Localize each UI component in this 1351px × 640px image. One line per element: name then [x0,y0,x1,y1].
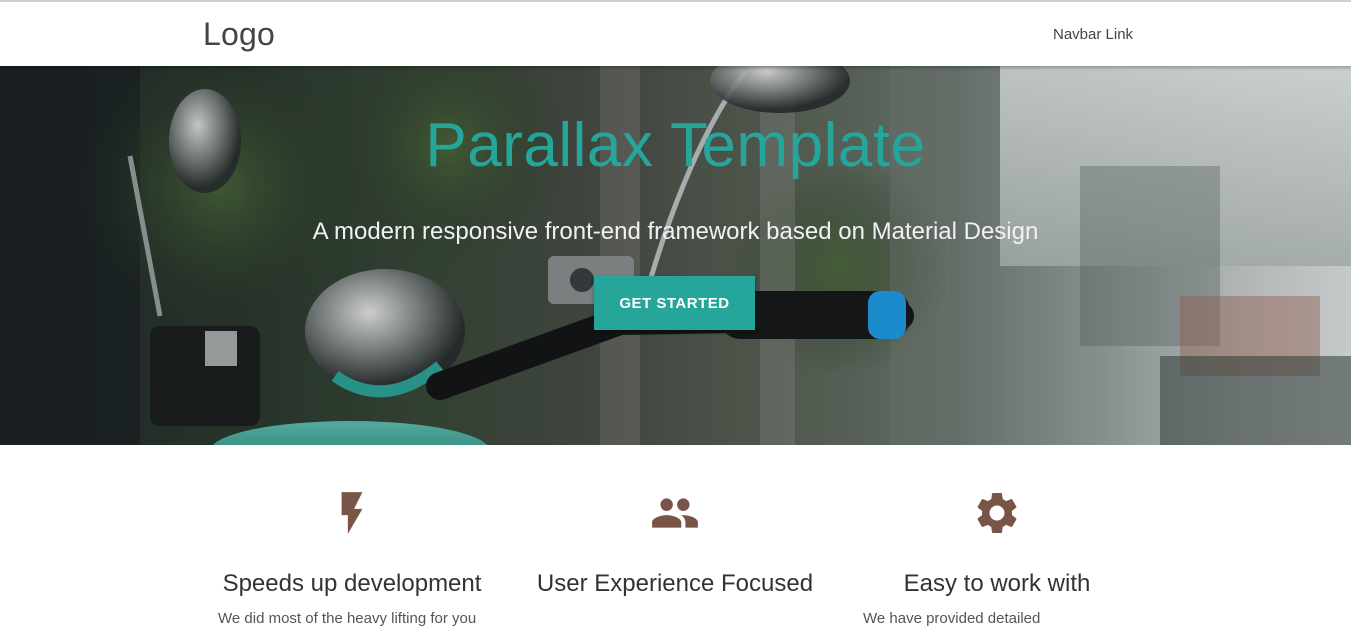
get-started-button[interactable]: GET STARTED [594,276,755,330]
navbar-link[interactable]: Navbar Link [1053,26,1133,43]
feature-title: User Experience Focused [536,570,814,597]
feature-text: We have provided detailed [863,610,1041,627]
navbar: Logo Navbar Link [0,0,1351,66]
feature-easy: Easy to work with We have provided detai… [847,488,1147,630]
hero-subtitle: A modern responsive front-end framework … [312,218,1039,245]
hero-parallax: Parallax Template A modern responsive fr… [0,66,1351,445]
feature-title: Easy to work with [903,570,1091,597]
feature-text: We did most of the heavy lifting for you [218,610,477,627]
settings-icon [977,493,1017,533]
feature-title: Speeds up development [222,570,482,597]
hero-title: Parallax Template [425,111,926,180]
feature-ux: User Experience Focused [525,488,825,608]
group-icon [652,498,698,528]
logo[interactable]: Logo [203,16,275,53]
flash-icon [341,492,363,534]
feature-speed: Speeds up development We did most of the… [202,488,502,630]
